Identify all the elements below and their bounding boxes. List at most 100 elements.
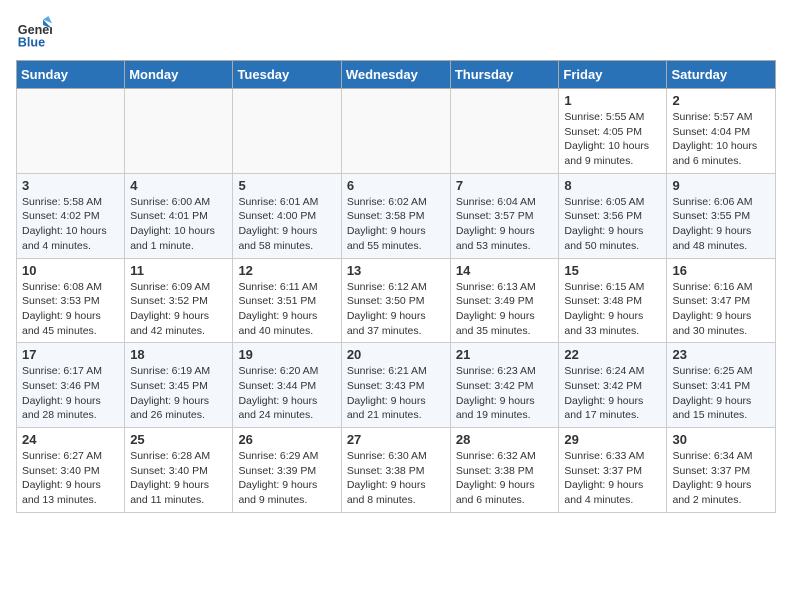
calendar-cell: [233, 89, 341, 174]
day-info: Sunrise: 5:58 AM Sunset: 4:02 PM Dayligh…: [22, 195, 119, 254]
calendar-header-friday: Friday: [559, 61, 667, 89]
calendar-cell: 13Sunrise: 6:12 AM Sunset: 3:50 PM Dayli…: [341, 258, 450, 343]
calendar-header-thursday: Thursday: [450, 61, 559, 89]
day-info: Sunrise: 6:13 AM Sunset: 3:49 PM Dayligh…: [456, 280, 554, 339]
calendar-week-1: 1 Sunrise: 5:55 AM Sunset: 4:05 PM Daylig…: [17, 89, 776, 174]
day-info: Sunrise: 6:29 AM Sunset: 3:39 PM Dayligh…: [238, 449, 335, 508]
calendar-cell: 26Sunrise: 6:29 AM Sunset: 3:39 PM Dayli…: [233, 428, 341, 513]
day-number: 21: [456, 347, 554, 362]
day-number: 13: [347, 263, 445, 278]
calendar-cell: 15Sunrise: 6:15 AM Sunset: 3:48 PM Dayli…: [559, 258, 667, 343]
calendar-header-tuesday: Tuesday: [233, 61, 341, 89]
day-info: Sunrise: 6:08 AM Sunset: 3:53 PM Dayligh…: [22, 280, 119, 339]
day-number: 29: [564, 432, 661, 447]
day-info: Sunrise: 6:24 AM Sunset: 3:42 PM Dayligh…: [564, 364, 661, 423]
calendar-cell: 2Sunrise: 5:57 AM Sunset: 4:04 PM Daylig…: [667, 89, 776, 174]
calendar-cell: 27 Sunrise: 6:30 AM Sunset: 3:38 PM Dayli…: [341, 428, 450, 513]
calendar-cell: 7 Sunrise: 6:04 AM Sunset: 3:57 PM Daylig…: [450, 173, 559, 258]
calendar-body: 1 Sunrise: 5:55 AM Sunset: 4:05 PM Daylig…: [17, 89, 776, 513]
day-info: Sunrise: 6:02 AM Sunset: 3:58 PM Dayligh…: [347, 195, 445, 254]
day-number: 25: [130, 432, 227, 447]
calendar-cell: 21 Sunrise: 6:23 AM Sunset: 3:42 PM Dayli…: [450, 343, 559, 428]
calendar-cell: 20 Sunrise: 6:21 AM Sunset: 3:43 PM Dayli…: [341, 343, 450, 428]
logo-icon: General Blue: [16, 16, 52, 52]
day-info: Sunrise: 6:32 AM Sunset: 3:38 PM Dayligh…: [456, 449, 554, 508]
calendar-week-4: 17 Sunrise: 6:17 AM Sunset: 3:46 PM Dayli…: [17, 343, 776, 428]
day-number: 24: [22, 432, 119, 447]
calendar-header-row: SundayMondayTuesdayWednesdayThursdayFrid…: [17, 61, 776, 89]
calendar-cell: 22Sunrise: 6:24 AM Sunset: 3:42 PM Dayli…: [559, 343, 667, 428]
day-number: 5: [238, 178, 335, 193]
day-number: 1: [564, 93, 661, 108]
calendar-cell: 29 Sunrise: 6:33 AM Sunset: 3:37 PM Dayli…: [559, 428, 667, 513]
day-info: Sunrise: 6:09 AM Sunset: 3:52 PM Dayligh…: [130, 280, 227, 339]
calendar-cell: 4 Sunrise: 6:00 AM Sunset: 4:01 PM Daylig…: [125, 173, 233, 258]
day-info: Sunrise: 6:04 AM Sunset: 3:57 PM Dayligh…: [456, 195, 554, 254]
day-number: 3: [22, 178, 119, 193]
calendar-cell: 1 Sunrise: 5:55 AM Sunset: 4:05 PM Daylig…: [559, 89, 667, 174]
day-number: 9: [672, 178, 770, 193]
calendar-cell: 23 Sunrise: 6:25 AM Sunset: 3:41 PM Dayli…: [667, 343, 776, 428]
calendar-cell: 30 Sunrise: 6:34 AM Sunset: 3:37 PM Dayli…: [667, 428, 776, 513]
day-number: 8: [564, 178, 661, 193]
day-number: 6: [347, 178, 445, 193]
day-info: Sunrise: 6:16 AM Sunset: 3:47 PM Dayligh…: [672, 280, 770, 339]
day-number: 20: [347, 347, 445, 362]
day-number: 27: [347, 432, 445, 447]
calendar-cell: 11 Sunrise: 6:09 AM Sunset: 3:52 PM Dayli…: [125, 258, 233, 343]
day-number: 23: [672, 347, 770, 362]
day-info: Sunrise: 6:00 AM Sunset: 4:01 PM Dayligh…: [130, 195, 227, 254]
day-number: 18: [130, 347, 227, 362]
calendar-cell: [125, 89, 233, 174]
day-info: Sunrise: 5:55 AM Sunset: 4:05 PM Dayligh…: [564, 110, 661, 169]
day-number: 7: [456, 178, 554, 193]
day-info: Sunrise: 6:19 AM Sunset: 3:45 PM Dayligh…: [130, 364, 227, 423]
day-info: Sunrise: 6:01 AM Sunset: 4:00 PM Dayligh…: [238, 195, 335, 254]
calendar-cell: [450, 89, 559, 174]
day-info: Sunrise: 6:17 AM Sunset: 3:46 PM Dayligh…: [22, 364, 119, 423]
day-number: 19: [238, 347, 335, 362]
calendar-cell: 28Sunrise: 6:32 AM Sunset: 3:38 PM Dayli…: [450, 428, 559, 513]
calendar-table: SundayMondayTuesdayWednesdayThursdayFrid…: [16, 60, 776, 513]
day-number: 12: [238, 263, 335, 278]
calendar-header-saturday: Saturday: [667, 61, 776, 89]
calendar-week-5: 24 Sunrise: 6:27 AM Sunset: 3:40 PM Dayli…: [17, 428, 776, 513]
svg-text:Blue: Blue: [18, 36, 45, 50]
day-number: 16: [672, 263, 770, 278]
calendar-cell: 19Sunrise: 6:20 AM Sunset: 3:44 PM Dayli…: [233, 343, 341, 428]
calendar-cell: 9 Sunrise: 6:06 AM Sunset: 3:55 PM Daylig…: [667, 173, 776, 258]
day-number: 10: [22, 263, 119, 278]
calendar-cell: 8 Sunrise: 6:05 AM Sunset: 3:56 PM Daylig…: [559, 173, 667, 258]
calendar-cell: 6 Sunrise: 6:02 AM Sunset: 3:58 PM Daylig…: [341, 173, 450, 258]
calendar-cell: 14 Sunrise: 6:13 AM Sunset: 3:49 PM Dayli…: [450, 258, 559, 343]
calendar-cell: 10 Sunrise: 6:08 AM Sunset: 3:53 PM Dayli…: [17, 258, 125, 343]
day-number: 30: [672, 432, 770, 447]
day-info: Sunrise: 6:27 AM Sunset: 3:40 PM Dayligh…: [22, 449, 119, 508]
day-info: Sunrise: 6:05 AM Sunset: 3:56 PM Dayligh…: [564, 195, 661, 254]
day-number: 4: [130, 178, 227, 193]
day-number: 17: [22, 347, 119, 362]
day-info: Sunrise: 6:30 AM Sunset: 3:38 PM Dayligh…: [347, 449, 445, 508]
day-info: Sunrise: 6:28 AM Sunset: 3:40 PM Dayligh…: [130, 449, 227, 508]
logo: General Blue: [16, 16, 56, 52]
calendar-header-sunday: Sunday: [17, 61, 125, 89]
day-number: 14: [456, 263, 554, 278]
page-header: General Blue: [16, 16, 776, 52]
day-info: Sunrise: 6:21 AM Sunset: 3:43 PM Dayligh…: [347, 364, 445, 423]
calendar-cell: 24 Sunrise: 6:27 AM Sunset: 3:40 PM Dayli…: [17, 428, 125, 513]
calendar-cell: 16 Sunrise: 6:16 AM Sunset: 3:47 PM Dayli…: [667, 258, 776, 343]
day-info: Sunrise: 6:11 AM Sunset: 3:51 PM Dayligh…: [238, 280, 335, 339]
day-number: 11: [130, 263, 227, 278]
day-info: Sunrise: 6:23 AM Sunset: 3:42 PM Dayligh…: [456, 364, 554, 423]
day-info: Sunrise: 6:25 AM Sunset: 3:41 PM Dayligh…: [672, 364, 770, 423]
day-info: Sunrise: 6:34 AM Sunset: 3:37 PM Dayligh…: [672, 449, 770, 508]
day-info: Sunrise: 6:15 AM Sunset: 3:48 PM Dayligh…: [564, 280, 661, 339]
calendar-cell: 12 Sunrise: 6:11 AM Sunset: 3:51 PM Dayli…: [233, 258, 341, 343]
calendar-cell: [341, 89, 450, 174]
day-info: Sunrise: 6:33 AM Sunset: 3:37 PM Dayligh…: [564, 449, 661, 508]
calendar-week-2: 3 Sunrise: 5:58 AM Sunset: 4:02 PM Daylig…: [17, 173, 776, 258]
calendar-cell: 17 Sunrise: 6:17 AM Sunset: 3:46 PM Dayli…: [17, 343, 125, 428]
day-info: Sunrise: 5:57 AM Sunset: 4:04 PM Dayligh…: [672, 110, 770, 169]
day-info: Sunrise: 6:06 AM Sunset: 3:55 PM Dayligh…: [672, 195, 770, 254]
calendar-header-wednesday: Wednesday: [341, 61, 450, 89]
